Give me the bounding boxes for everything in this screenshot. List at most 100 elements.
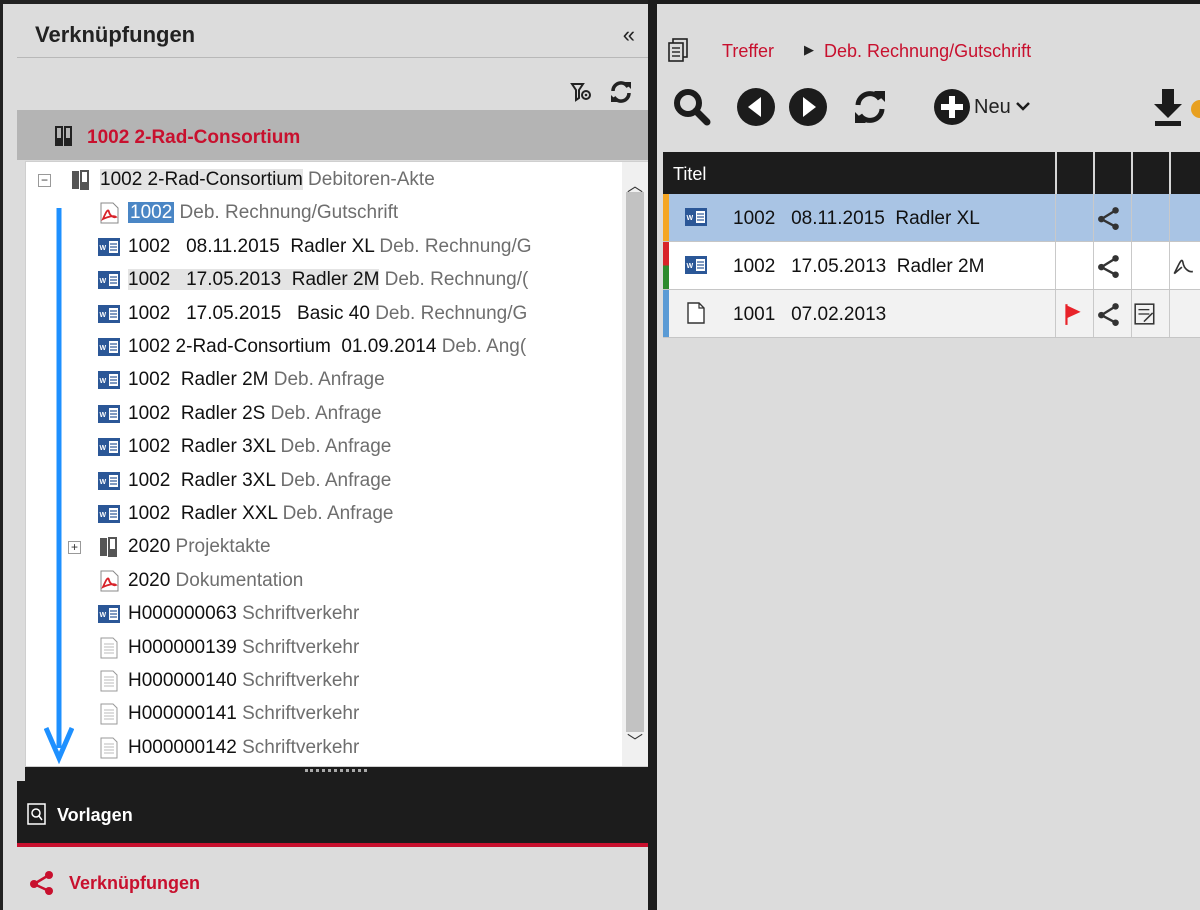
tree-item-label: 1002 Radler 3XL Deb. Anfrage: [128, 436, 391, 458]
download-icon[interactable]: [1147, 86, 1189, 128]
status-stripe: [663, 290, 669, 337]
tree-item-label: 1002 17.05.2013 Radler 2M Deb. Rechnung/…: [128, 269, 528, 291]
cell-separator: [1131, 194, 1132, 241]
text-file-icon: [100, 737, 118, 759]
breadcrumb-doc-type[interactable]: Deb. Rechnung/Gutschrift: [824, 41, 1031, 62]
tree-item-label: H000000063 Schriftverkehr: [128, 603, 359, 625]
tree-item-label: 1002 Radler XXL Deb. Anfrage: [128, 503, 394, 525]
tab-vorlagen-label: Vorlagen: [57, 805, 133, 825]
tree-item-label: 1002 17.05.2015 Basic 40 Deb. Rechnung/G: [128, 303, 527, 325]
chevron-down-icon[interactable]: [1015, 98, 1031, 114]
status-stripe: [663, 242, 669, 289]
share-icon[interactable]: [1097, 254, 1121, 278]
tree-item[interactable]: W 1002 Radler 3XL Deb. Anfrage: [26, 465, 624, 498]
splitter-grip[interactable]: [305, 769, 367, 777]
table-row[interactable]: W 1002 17.05.2013 Radler 2M: [663, 242, 1200, 290]
svg-text:W: W: [687, 263, 694, 270]
row-title: 1002 17.05.2013 Radler 2M: [733, 256, 985, 277]
svg-text:W: W: [100, 512, 107, 519]
results-grid: Titel W 1002 08.11.2015 Radler XL W 1002 17…: [663, 152, 1200, 338]
note-icon[interactable]: [1133, 302, 1157, 326]
text-file-icon: [100, 703, 118, 725]
refresh-icon[interactable]: [607, 78, 635, 106]
column-header-title[interactable]: Titel: [673, 164, 706, 185]
tree-item[interactable]: W 1002 Radler 2S Deb. Anfrage: [26, 398, 624, 431]
share-icon[interactable]: [1097, 302, 1121, 326]
tree-item-type: Schriftverkehr: [236, 603, 360, 625]
tree-item[interactable]: − 1002 2-Rad-Consortium Debitoren-Akte: [26, 164, 624, 197]
tree-scrollbar[interactable]: ︿ ﹀: [622, 162, 648, 766]
links-toolbar: [17, 60, 649, 110]
tab-vorlagen[interactable]: Vorlagen: [17, 781, 649, 847]
tree-item-number: 2020: [128, 569, 171, 591]
tree-item-label: H000000140 Schriftverkehr: [128, 670, 359, 692]
tree-item-type: Deb. Anfrage: [268, 369, 385, 391]
tree-item[interactable]: 1002 Deb. Rechnung/Gutschrift: [26, 197, 624, 230]
tree-item[interactable]: H000000140 Schriftverkehr: [26, 665, 624, 698]
tree-item-label: 1002 2-Rad-Consortium Debitoren-Akte: [100, 169, 435, 191]
cell-separator: [1169, 242, 1170, 289]
tree-item-type: Deb. Rechnung/G: [369, 302, 528, 324]
pdf-outline-icon[interactable]: [1171, 254, 1195, 278]
previous-icon[interactable]: [735, 86, 777, 128]
tree-item[interactable]: W 1002 Radler 3XL Deb. Anfrage: [26, 431, 624, 464]
template-search-icon: [27, 803, 46, 825]
tree-item-type: Deb. Anfrage: [275, 469, 392, 491]
tree-item-number: 1002: [128, 202, 175, 224]
next-icon[interactable]: [787, 86, 829, 128]
tree-item[interactable]: +2020 Projektakte: [26, 531, 624, 564]
pane-divider[interactable]: [648, 0, 657, 910]
blank-file-icon: [687, 302, 705, 324]
svg-text:W: W: [100, 278, 107, 285]
tree-item[interactable]: W 1002 17.05.2013 Radler 2M Deb. Rechnung…: [26, 264, 624, 297]
scroll-down-icon[interactable]: ﹀: [627, 728, 643, 752]
share-icon[interactable]: [1097, 206, 1121, 230]
cell-separator: [1169, 290, 1170, 337]
collapse-node-icon[interactable]: −: [38, 174, 51, 187]
cell-separator: [1093, 242, 1094, 289]
documents-icon: [668, 38, 688, 62]
tree-item[interactable]: W 1002 17.05.2015 Basic 40 Deb. Rechnung/…: [26, 298, 624, 331]
status-stripe: [663, 194, 669, 241]
add-new-icon[interactable]: [931, 86, 973, 128]
tree-item-label: H000000141 Schriftverkehr: [128, 703, 359, 725]
filter-settings-icon[interactable]: [569, 80, 593, 104]
tree-item[interactable]: W 1002 Radler XXL Deb. Anfrage: [26, 498, 624, 531]
svg-text:W: W: [100, 445, 107, 452]
pdf-icon: [100, 570, 119, 592]
refresh-icon[interactable]: [849, 86, 891, 128]
breadcrumb-treffer[interactable]: Treffer: [722, 41, 774, 62]
tree-item[interactable]: W 1002 08.11.2015 Radler XL Deb. Rechnung…: [26, 231, 624, 264]
tree-item[interactable]: W 1002 2-Rad-Consortium 01.09.2014 Deb. A…: [26, 331, 624, 364]
table-row[interactable]: 1001 07.02.2013: [663, 290, 1200, 338]
tree-item-number: 1002 Radler 2M: [128, 369, 269, 391]
tree-item-number: 1002 Radler XXL: [128, 503, 278, 524]
tree-item[interactable]: W H000000063 Schriftverkehr: [26, 598, 624, 631]
search-icon[interactable]: [671, 86, 713, 128]
word-icon: W: [685, 208, 707, 226]
tree-item-label: 1002 Radler 2M Deb. Anfrage: [128, 369, 385, 391]
collapse-panel-icon[interactable]: «: [623, 24, 635, 46]
folder-icon: [100, 537, 117, 558]
tree-item-number: 1002 2-Rad-Consortium 01.09.2014: [128, 336, 437, 357]
table-row[interactable]: W 1002 08.11.2015 Radler XL: [663, 194, 1200, 242]
current-record-title: 1002 2-Rad-Consortium: [87, 127, 301, 148]
flag-icon[interactable]: [1061, 302, 1085, 326]
svg-text:W: W: [100, 479, 107, 486]
tree-item-type: Debitoren-Akte: [302, 169, 435, 190]
tree-item[interactable]: 2020 Dokumentation: [26, 565, 624, 598]
tab-verknuepfungen[interactable]: Verknüpfungen: [17, 851, 649, 910]
scroll-thumb[interactable]: [626, 192, 644, 732]
tree-item[interactable]: W 1002 Radler 2M Deb. Anfrage: [26, 364, 624, 397]
new-button-label[interactable]: Neu: [974, 96, 1011, 119]
tree-item[interactable]: H000000142 Schriftverkehr: [26, 732, 624, 765]
results-toolbar: Neu: [667, 86, 1200, 132]
tree-item[interactable]: H000000141 Schriftverkehr: [26, 698, 624, 731]
partial-toolbar-icon[interactable]: [1191, 100, 1200, 118]
tree-item-type: Deb. Rechnung/G: [374, 235, 532, 257]
panel-splitter[interactable]: [25, 767, 649, 781]
tree-item-label: 1002 Radler 3XL Deb. Anfrage: [128, 470, 391, 492]
word-icon: W: [98, 271, 120, 290]
tree-item[interactable]: H000000139 Schriftverkehr: [26, 632, 624, 665]
tree-item-type: Deb. Anfrage: [265, 402, 382, 424]
